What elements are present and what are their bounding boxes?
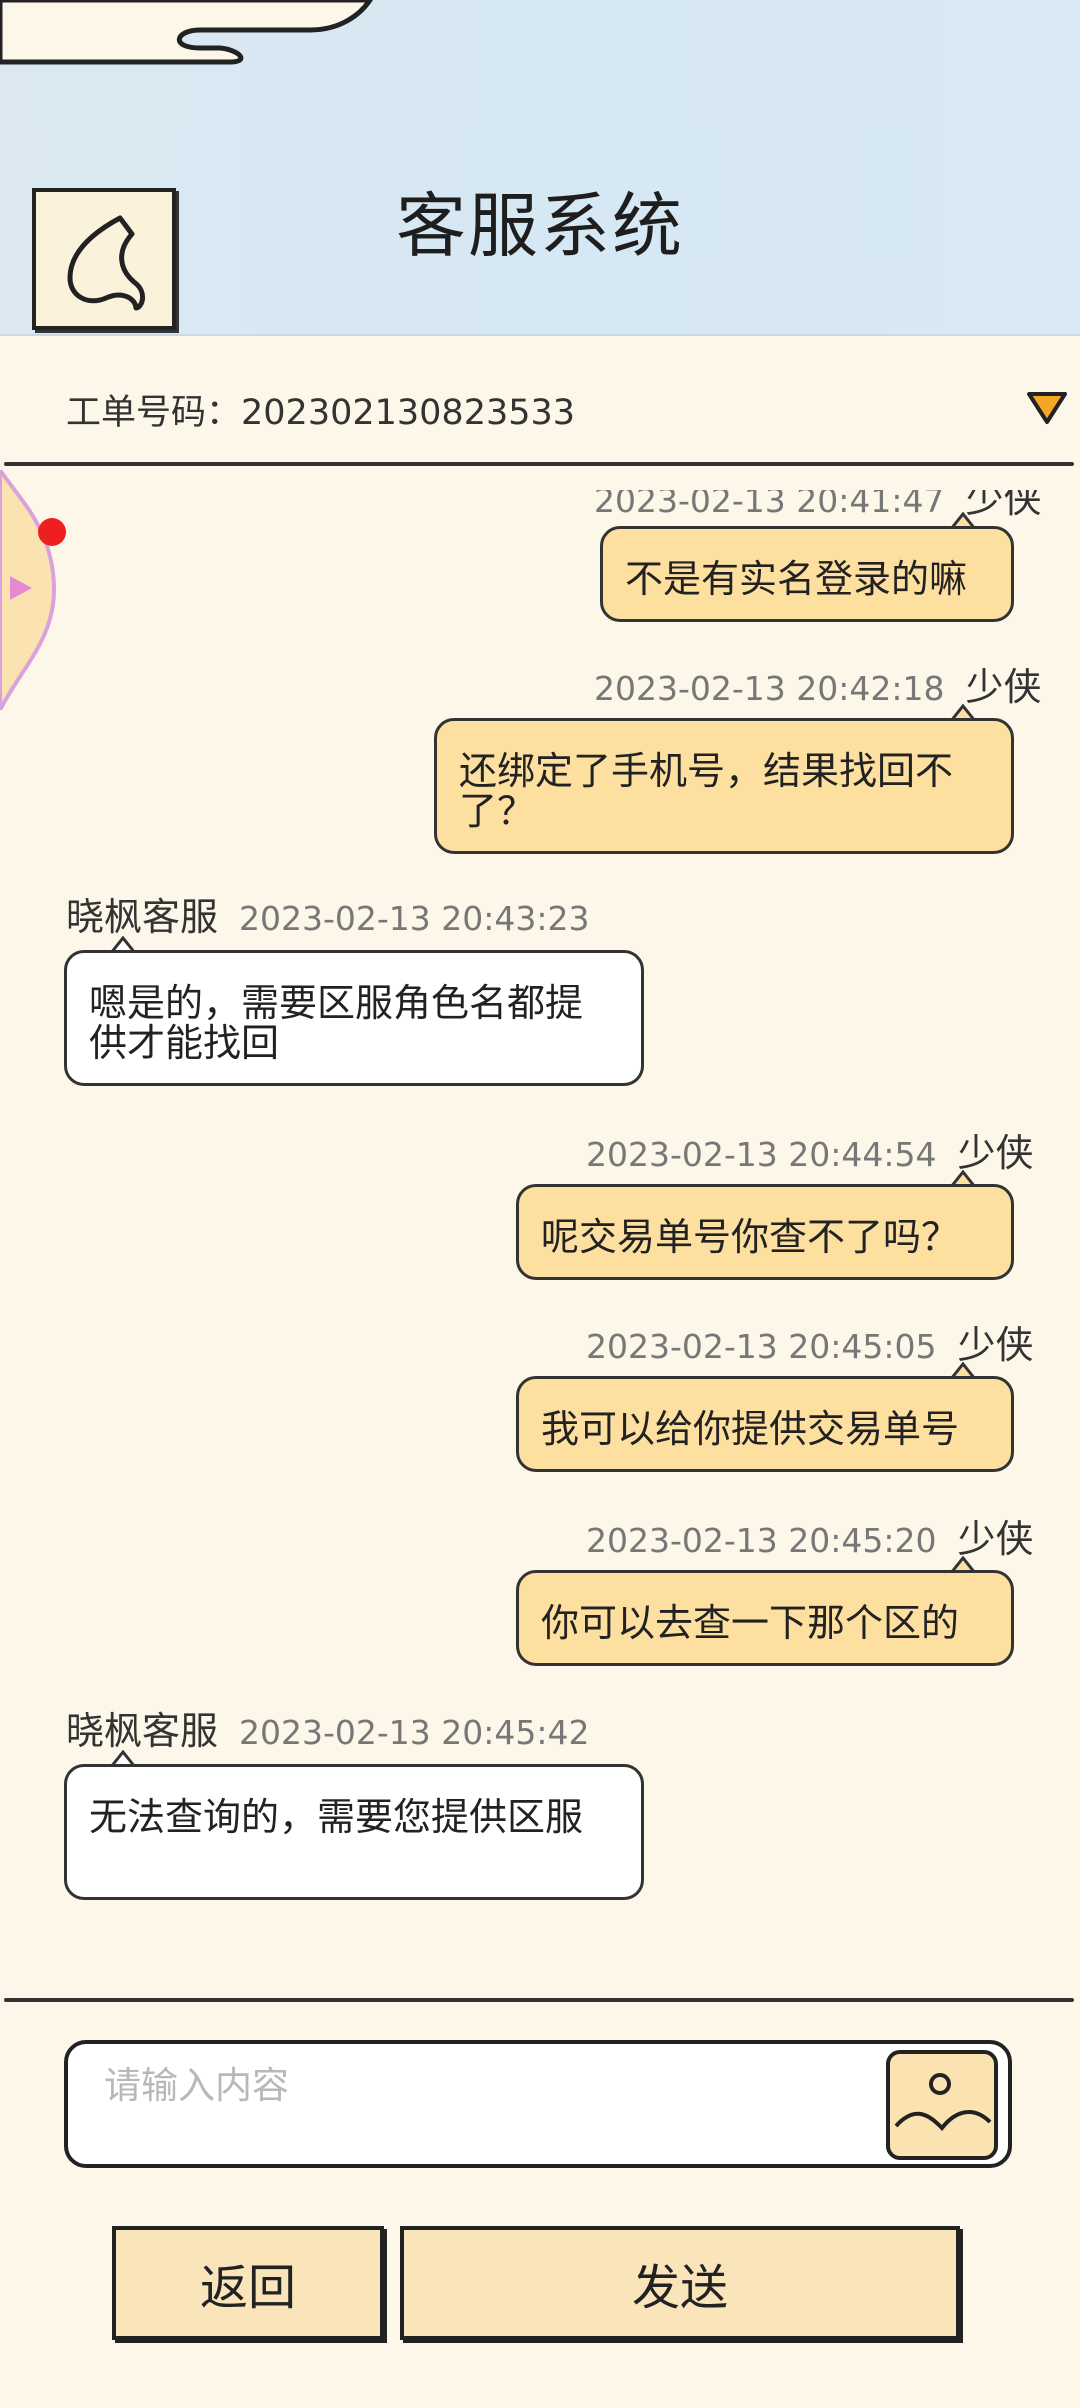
message-input-box <box>64 2040 1012 2168</box>
side-drawer-handle[interactable] <box>0 470 60 710</box>
message-bubble-me: 你可以去查一下那个区的 <box>516 1570 1014 1666</box>
message-bubble-me: 不是有实名登录的嘛 <box>600 526 1014 622</box>
notification-dot <box>38 518 66 546</box>
top-divider <box>4 462 1074 466</box>
send-button[interactable]: 发送 <box>400 2226 960 2340</box>
cloud-decoration <box>0 0 374 65</box>
message-sender: 晓枫客服 <box>66 895 219 939</box>
message-time: 2023-02-13 20:45:42 <box>239 1713 590 1752</box>
back-button[interactable]: 返回 <box>112 2226 384 2340</box>
image-icon <box>894 2073 992 2132</box>
ticket-number: 202302130823533 <box>241 393 576 433</box>
message-bubble-me: 我可以给你提供交易单号 <box>516 1376 1014 1472</box>
message-meta: 晓枫客服 2023-02-13 20:43:23 <box>66 886 589 941</box>
ticket-label: 工单号码： <box>66 393 242 433</box>
dropdown-triangle-icon[interactable] <box>1026 390 1068 426</box>
message-time: 2023-02-13 20:42:18 <box>594 669 945 708</box>
message-time: 2023-02-13 20:45:20 <box>586 1521 937 1560</box>
chat-screen: 客服系统 工单号码：202302130823533 2023-02-13 20:… <box>0 0 1080 2408</box>
message-bubble-me: 还绑定了手机号，结果找回不了？ <box>434 718 1014 854</box>
image-upload-button[interactable] <box>886 2050 998 2160</box>
message-sender: 少侠 <box>965 477 1042 521</box>
message-meta: 2023-02-13 20:45:20 少侠 <box>586 1508 1033 1563</box>
ticket-number-row: 工单号码：202302130823533 <box>66 384 575 435</box>
header-bar: 客服系统 <box>0 0 1080 336</box>
message-sender: 少侠 <box>957 1517 1034 1561</box>
message-bubble-cs: 嗯是的，需要区服角色名都提供才能找回 <box>64 950 644 1086</box>
message-time: 2023-02-13 20:44:54 <box>586 1135 937 1174</box>
message-time: 2023-02-13 20:45:05 <box>586 1327 937 1366</box>
message-sender: 少侠 <box>957 1323 1034 1367</box>
message-sender: 晓枫客服 <box>66 1709 219 1753</box>
message-bubble-me: 呢交易单号你查不了吗？ <box>516 1184 1014 1280</box>
message-meta: 晓枫客服 2023-02-13 20:45:42 <box>66 1700 589 1755</box>
message-meta: 2023-02-13 20:45:05 少侠 <box>586 1314 1033 1369</box>
message-input[interactable] <box>104 2060 904 2110</box>
message-sender: 少侠 <box>965 665 1042 709</box>
page-title: 客服系统 <box>396 185 684 267</box>
message-time: 2023-02-13 20:43:23 <box>239 899 590 938</box>
message-bubble-cs: 无法查询的，需要您提供区服 <box>64 1764 644 1900</box>
message-time: 2023-02-13 20:41:47 <box>594 481 945 520</box>
message-meta: 2023-02-13 20:42:18 少侠 <box>594 656 1041 711</box>
message-sender: 少侠 <box>957 1131 1034 1175</box>
message-meta: 2023-02-13 20:44:54 少侠 <box>586 1122 1033 1177</box>
bottom-divider <box>4 1998 1074 2002</box>
